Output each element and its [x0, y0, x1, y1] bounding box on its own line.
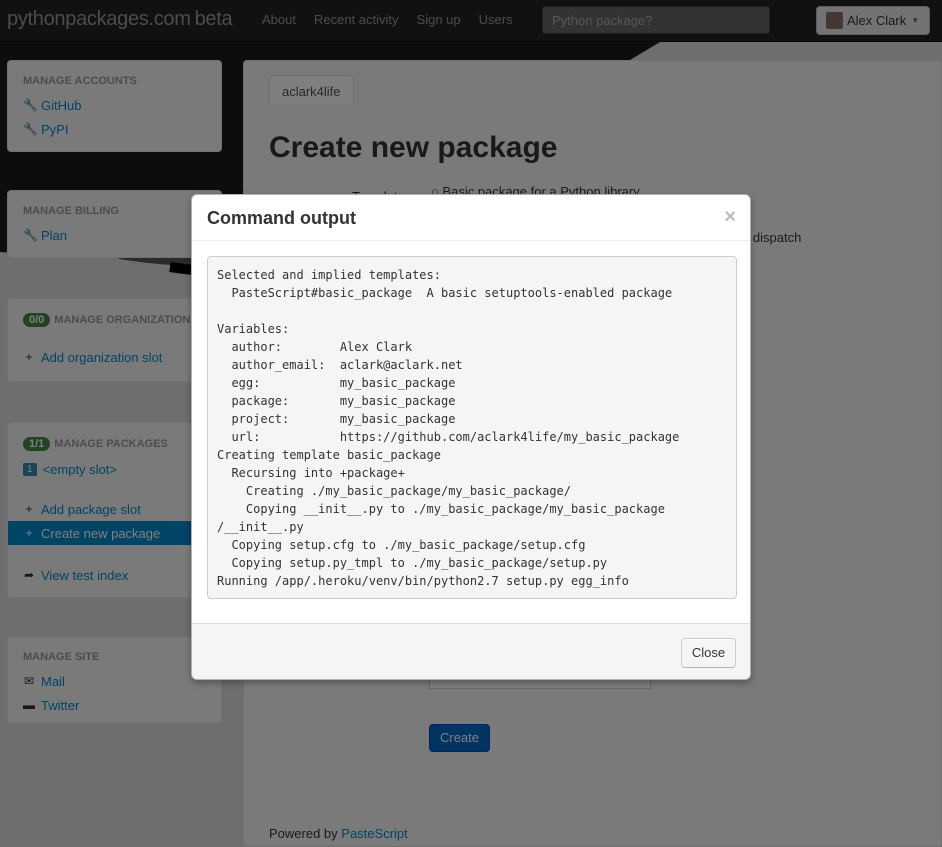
modal-header: Command output × [192, 195, 750, 241]
modal-body: Selected and implied templates: PasteScr… [192, 241, 750, 614]
modal-title: Command output [207, 208, 356, 228]
close-button[interactable]: Close [681, 638, 736, 668]
close-icon[interactable]: × [724, 206, 736, 229]
command-output-text: Selected and implied templates: PasteScr… [207, 256, 737, 599]
modal-footer: Close [192, 623, 750, 679]
command-output-modal: Command output × Selected and implied te… [191, 194, 751, 680]
